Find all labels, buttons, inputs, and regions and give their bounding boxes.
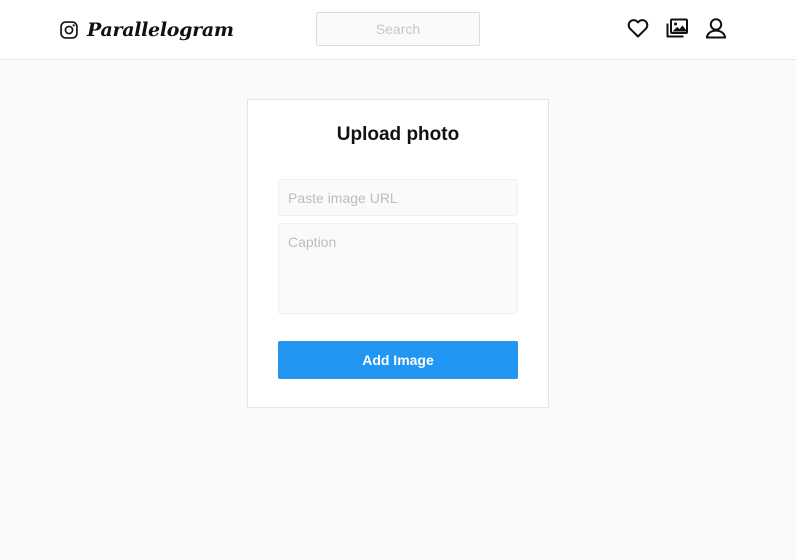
brand[interactable]: Parallelogram <box>59 16 234 44</box>
caption-textarea[interactable] <box>278 223 518 314</box>
image-url-input[interactable] <box>278 179 518 216</box>
page-title: Upload photo <box>336 124 460 145</box>
nav-icons <box>626 16 728 40</box>
user-icon[interactable] <box>704 16 728 40</box>
add-image-button[interactable]: Add Image <box>278 341 518 379</box>
brand-wordmark: Parallelogram <box>87 19 234 41</box>
top-navbar: Parallelogram <box>0 0 796 60</box>
instagram-icon <box>60 21 78 39</box>
gallery-icon[interactable] <box>665 16 689 40</box>
search-input[interactable] <box>316 12 480 46</box>
heart-icon[interactable] <box>626 16 650 40</box>
upload-card: Upload photo Add Image <box>247 99 549 408</box>
